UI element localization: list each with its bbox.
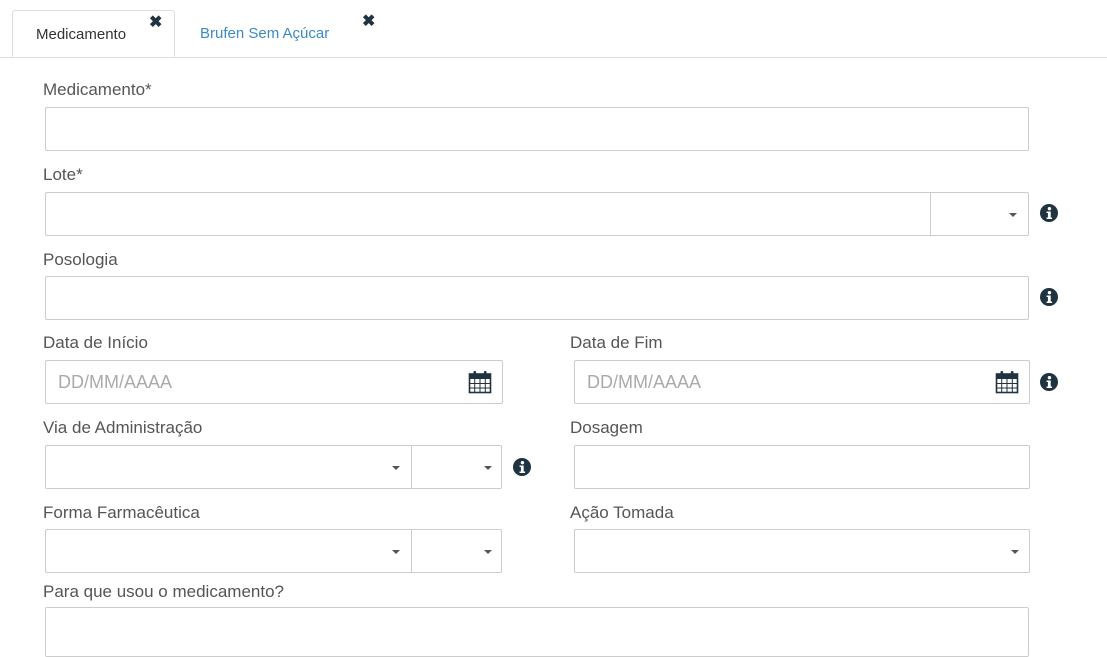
lote-label: Lote*: [43, 165, 83, 184]
dosagem-label: Dosagem: [570, 418, 643, 437]
medicamento-input[interactable]: [46, 108, 1028, 150]
lote-dropdown[interactable]: [930, 192, 1029, 236]
calendar-icon[interactable]: [995, 370, 1019, 394]
data-fim-input[interactable]: [575, 361, 1029, 403]
data-inicio-field-box: [45, 360, 503, 404]
chevron-down-icon: [1011, 550, 1019, 554]
info-icon[interactable]: [513, 458, 531, 476]
info-icon[interactable]: [1040, 373, 1058, 391]
data-inicio-input[interactable]: [46, 361, 502, 403]
via-administracao-select[interactable]: [45, 445, 412, 489]
chevron-down-icon: [1009, 213, 1017, 217]
tab-medicamento[interactable]: Medicamento ✖: [12, 10, 175, 57]
dosagem-field-box: [574, 445, 1030, 489]
data-inicio-label: Data de Início: [43, 333, 148, 352]
posologia-label: Posologia: [43, 250, 118, 269]
chevron-down-icon: [484, 550, 492, 554]
forma-farmaceutica-select[interactable]: [45, 529, 412, 573]
acao-tomada-select[interactable]: [574, 529, 1030, 573]
forma-farmaceutica-unit-select[interactable]: [411, 529, 502, 573]
forma-farmaceutica-label: Forma Farmacêutica: [43, 503, 200, 522]
dosagem-input[interactable]: [575, 446, 1029, 488]
medicamento-label: Medicamento*: [43, 80, 152, 99]
chevron-down-icon: [484, 466, 492, 470]
tab-bar: Medicamento ✖ Brufen Sem Açúcar ✖: [0, 0, 1107, 58]
para-que-usou-field-box: [45, 607, 1029, 657]
posologia-input[interactable]: [46, 277, 1028, 319]
via-administracao-unit-select[interactable]: [411, 445, 502, 489]
acao-tomada-label: Ação Tomada: [570, 503, 674, 522]
medicamento-field-box: [45, 107, 1029, 151]
data-fim-label: Data de Fim: [570, 333, 663, 352]
tab-label: Medicamento: [36, 26, 127, 43]
calendar-icon[interactable]: [468, 370, 492, 394]
chevron-down-icon: [392, 550, 400, 554]
data-fim-field-box: [574, 360, 1030, 404]
para-que-usou-label: Para que usou o medicamento?: [43, 582, 284, 601]
close-icon[interactable]: ✖: [362, 11, 375, 31]
via-administracao-label: Via de Administração: [43, 418, 203, 437]
chevron-down-icon: [392, 466, 400, 470]
posologia-field-box: [45, 276, 1029, 320]
info-icon[interactable]: [1040, 288, 1058, 306]
lote-field-box: [45, 192, 931, 236]
info-icon[interactable]: [1040, 204, 1058, 222]
close-icon[interactable]: ✖: [149, 12, 162, 32]
tab-label: Brufen Sem Açúcar: [200, 25, 330, 42]
lote-input[interactable]: [46, 193, 931, 235]
para-que-usou-input[interactable]: [46, 608, 1028, 656]
tab-brufen-sem-acucar[interactable]: Brufen Sem Açúcar ✖: [186, 10, 386, 57]
